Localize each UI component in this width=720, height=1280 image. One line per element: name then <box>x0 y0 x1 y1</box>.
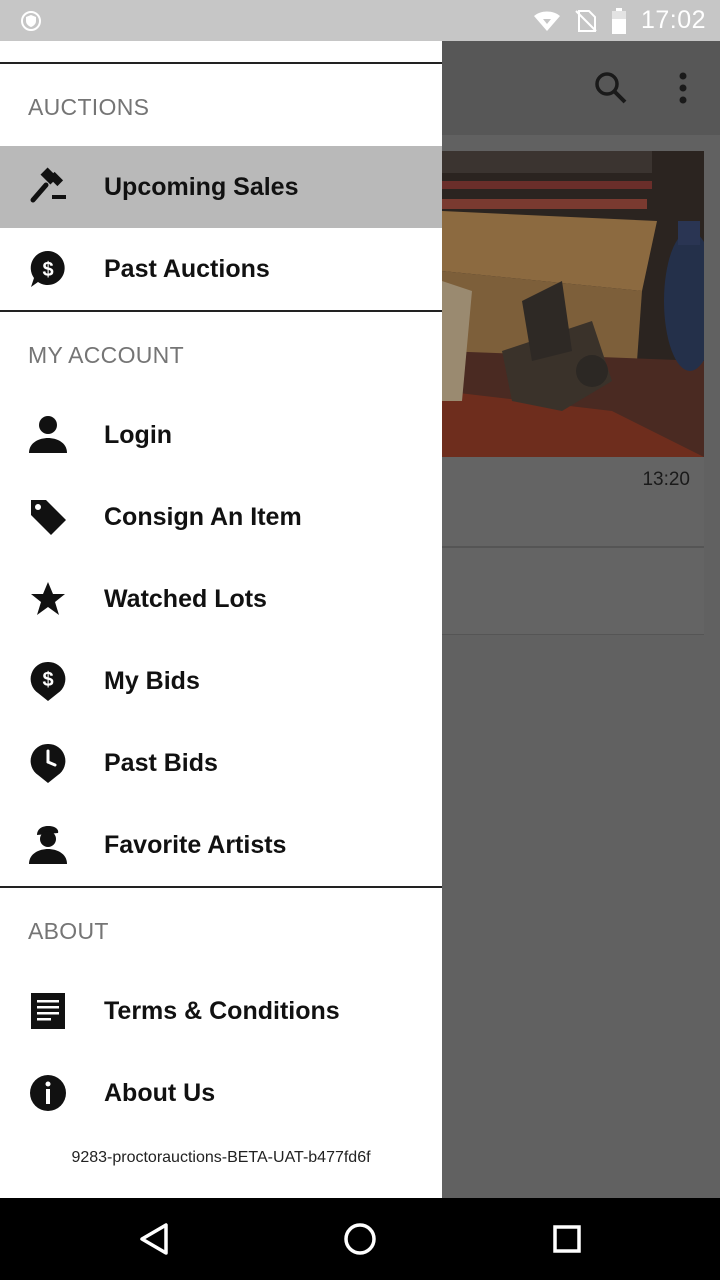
section-divider <box>0 886 442 888</box>
drawer-item-label: My Bids <box>104 667 200 695</box>
drawer-item-label: Watched Lots <box>104 585 267 613</box>
document-icon <box>28 991 68 1031</box>
drawer-item-about-us[interactable]: About Us <box>0 1052 442 1134</box>
drawer-item-label: About Us <box>104 1079 216 1107</box>
back-icon[interactable] <box>134 1219 174 1259</box>
system-nav-bar <box>0 1198 720 1280</box>
no-sim-icon <box>575 9 597 32</box>
search-icon[interactable] <box>594 71 628 105</box>
tag-icon <box>28 497 68 537</box>
navigation-drawer: AUCTIONS Upcoming Sales $ Past Auctions … <box>0 41 442 1198</box>
drawer-item-favorite-artists[interactable]: Favorite Artists <box>0 804 442 886</box>
home-icon[interactable] <box>340 1219 380 1259</box>
person-icon <box>28 415 68 455</box>
status-time: 17:02 <box>640 6 706 34</box>
drawer-item-past-auctions[interactable]: $ Past Auctions <box>0 228 442 310</box>
status-bar: 17:02 <box>0 0 720 41</box>
drawer-header-divider <box>0 62 442 64</box>
drawer-item-login[interactable]: Login <box>0 394 442 476</box>
recents-icon[interactable] <box>547 1219 587 1259</box>
dollar-pin-icon: $ <box>28 661 68 701</box>
shield-icon <box>21 11 41 31</box>
drawer-item-label: Consign An Item <box>104 503 302 531</box>
svg-text:$: $ <box>42 669 53 691</box>
drawer-item-terms[interactable]: Terms & Conditions <box>0 970 442 1052</box>
info-icon <box>28 1073 68 1113</box>
auction-photo <box>442 151 704 457</box>
more-vert-icon[interactable] <box>670 71 696 105</box>
drawer-item-label: Upcoming Sales <box>104 173 299 201</box>
section-divider <box>0 310 442 312</box>
drawer-item-upcoming-sales[interactable]: Upcoming Sales <box>0 146 442 228</box>
app-version: 9283-proctorauctions-BETA-UAT-b477fd6f <box>71 1149 371 1166</box>
battery-icon <box>611 7 626 34</box>
section-header-auctions: AUCTIONS <box>28 94 150 120</box>
drawer-item-label: Login <box>104 421 173 449</box>
drawer-item-label: Terms & Conditions <box>104 997 340 1025</box>
dollar-bubble-icon: $ <box>28 249 68 289</box>
card-divider <box>442 546 704 548</box>
drawer-item-label: Past Auctions <box>104 255 270 283</box>
drawer-item-watched-lots[interactable]: Watched Lots <box>0 558 442 640</box>
card-time: 13:20 <box>642 469 690 490</box>
artist-icon <box>28 825 68 865</box>
clock-pin-icon <box>28 743 68 783</box>
drawer-item-label: Past Bids <box>104 749 218 777</box>
svg-text:$: $ <box>42 259 53 281</box>
drawer-item-my-bids[interactable]: $ My Bids <box>0 640 442 722</box>
wifi-icon <box>533 11 560 31</box>
section-header-my-account: MY ACCOUNT <box>28 342 184 368</box>
drawer-item-label: Favorite Artists <box>104 831 287 859</box>
gavel-icon <box>28 167 68 207</box>
section-header-about: ABOUT <box>28 918 109 944</box>
star-icon <box>28 579 68 619</box>
drawer-item-consign[interactable]: Consign An Item <box>0 476 442 558</box>
drawer-item-past-bids[interactable]: Past Bids <box>0 722 442 804</box>
auction-card[interactable]: 13:20 <box>442 151 704 635</box>
